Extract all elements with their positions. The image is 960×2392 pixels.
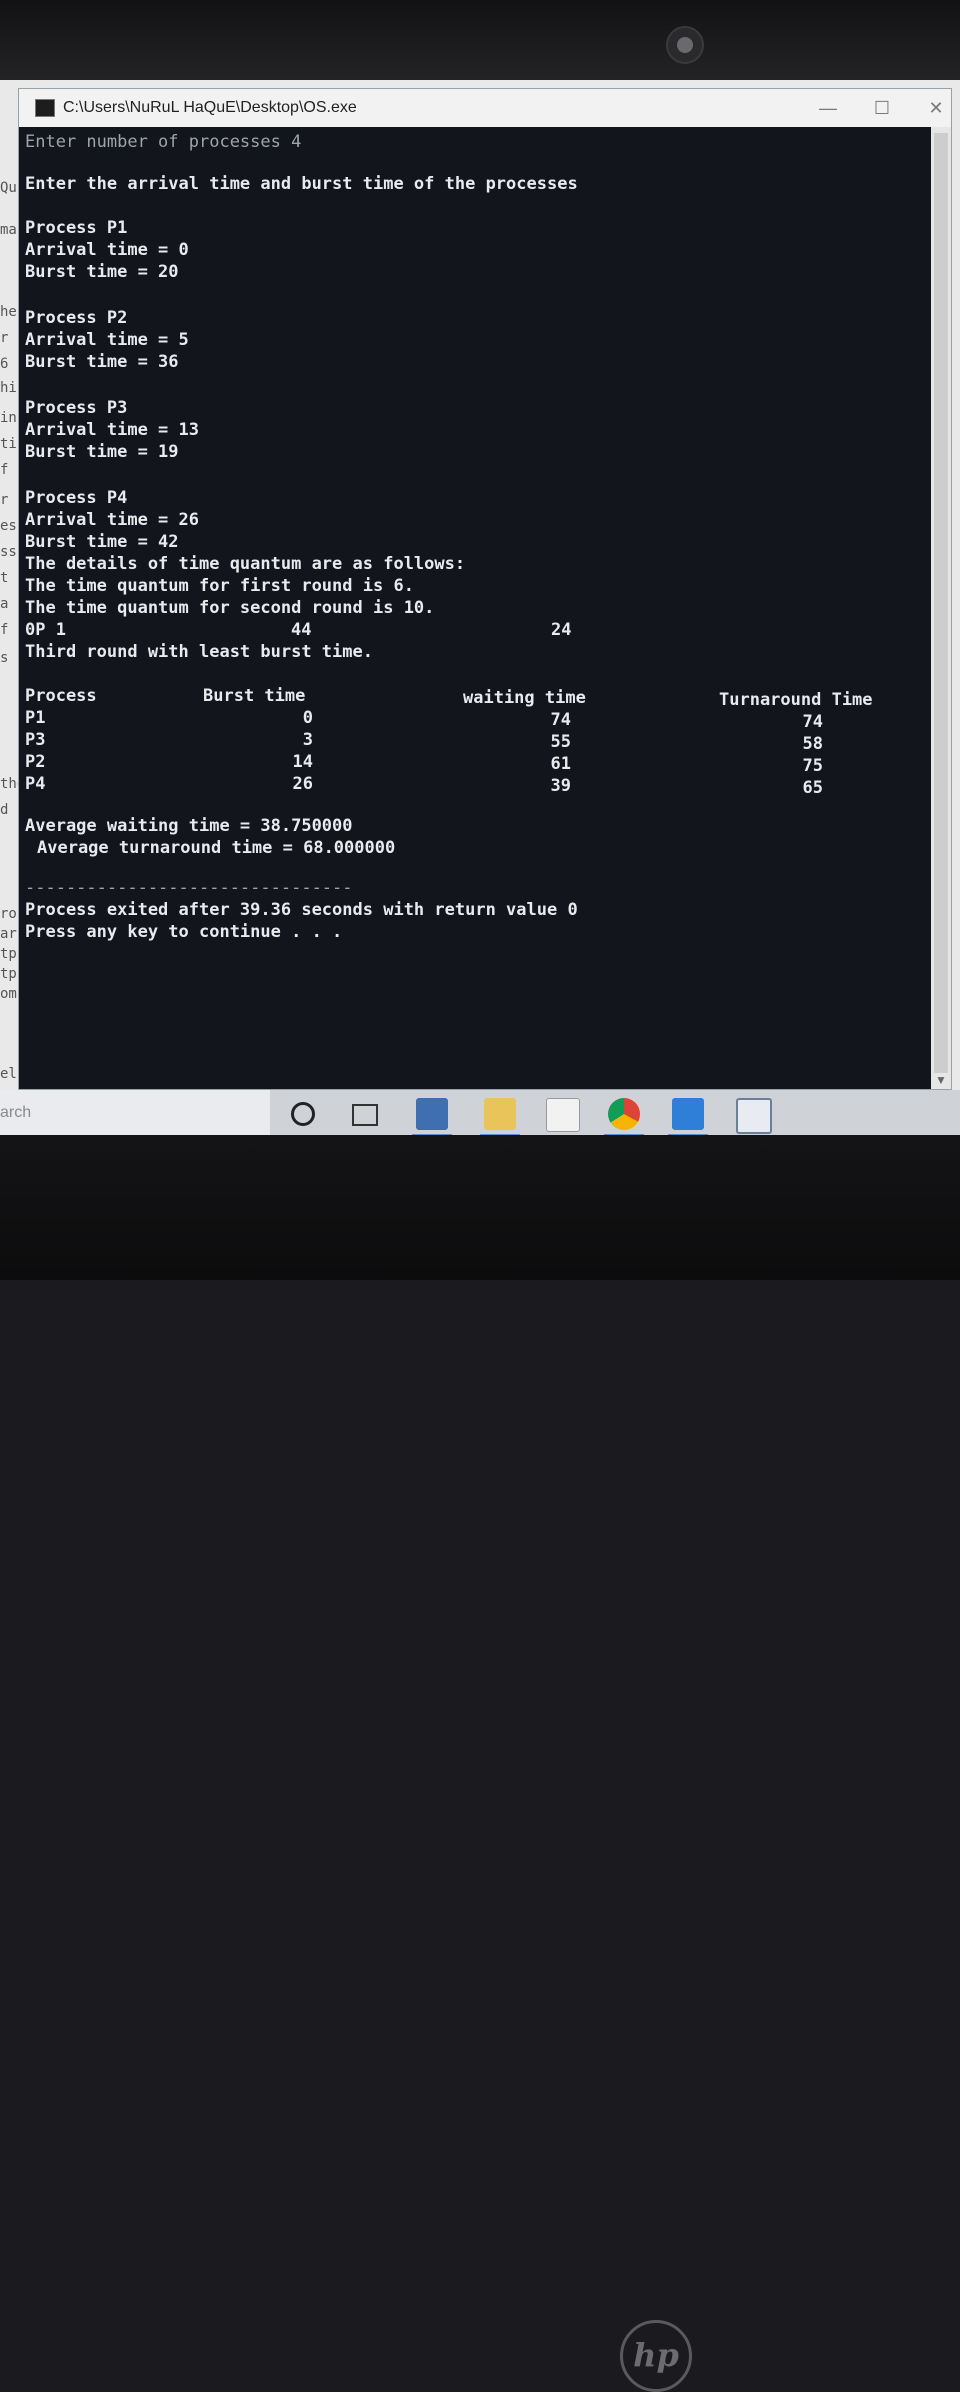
- process-arrival: Arrival time = 26: [25, 510, 199, 530]
- table-cell-burst: 0: [302, 708, 313, 728]
- maximize-button[interactable]: ☐: [859, 89, 905, 127]
- table-cell-process: P1: [25, 708, 46, 728]
- search-placeholder: arch: [0, 1104, 32, 1121]
- bg-fragment: hi: [0, 380, 17, 396]
- bg-fragment: ro: [0, 906, 17, 922]
- laptop-top-bezel: [0, 0, 960, 92]
- table-cell-waiting: 74: [550, 710, 571, 730]
- prompt-process-count: Enter number of processes 4: [25, 132, 302, 152]
- bg-fragment: tp: [0, 946, 17, 962]
- quantum-second-round: The time quantum for second round is 10.: [25, 598, 435, 618]
- process-burst: Burst time = 42: [25, 532, 179, 552]
- bg-fragment: f: [0, 622, 9, 638]
- table-cell-turnaround: 58: [802, 734, 823, 754]
- op-line-value-b: 24: [551, 620, 572, 640]
- table-cell-waiting: 61: [550, 754, 571, 774]
- bg-fragment: in: [0, 410, 17, 426]
- table-cell-turnaround: 65: [802, 778, 823, 798]
- table-cell-process: P2: [25, 752, 46, 772]
- table-cell-turnaround: 75: [802, 756, 823, 776]
- window-app-icon[interactable]: [736, 1098, 772, 1134]
- console-app-icon: [35, 99, 55, 117]
- table-header-waiting: waiting time: [463, 688, 586, 708]
- bg-fragment: t: [0, 570, 9, 586]
- process-header: Process P4: [25, 488, 128, 508]
- bg-fragment: ma: [0, 222, 17, 238]
- scrollbar-thumb[interactable]: [934, 133, 948, 1073]
- bg-fragment: 6: [0, 356, 9, 372]
- taskbar-search-box[interactable]: arch: [0, 1090, 270, 1138]
- bg-fragment: d: [0, 802, 9, 818]
- process-header: Process P2: [25, 308, 128, 328]
- quantum-first-round: The time quantum for first round is 6.: [25, 576, 414, 596]
- close-button[interactable]: ✕: [913, 89, 959, 127]
- process-arrival: Arrival time = 13: [25, 420, 199, 440]
- table-cell-turnaround: 74: [802, 712, 823, 732]
- process-arrival: Arrival time = 5: [25, 330, 189, 350]
- bg-fragment: Qu: [0, 180, 17, 196]
- third-round-line: Third round with least burst time.: [25, 642, 373, 662]
- table-cell-process: P4: [25, 774, 46, 794]
- table-cell-waiting: 55: [550, 732, 571, 752]
- bg-fragment: a: [0, 596, 9, 612]
- table-cell-burst: 3: [302, 730, 313, 750]
- window-title: C:\Users\NuRuL HaQuE\Desktop\OS.exe: [63, 99, 357, 116]
- hp-logo: hp: [620, 2320, 692, 2392]
- app-icon[interactable]: [416, 1098, 448, 1130]
- bg-fragment: es: [0, 518, 17, 534]
- op-line-label: 0P 1: [25, 620, 66, 640]
- scroll-down-arrow-icon[interactable]: ▼: [931, 1071, 951, 1089]
- table-header-burst: Burst time: [203, 686, 306, 706]
- laptop-bottom-bezel: hp: [0, 1135, 960, 2392]
- continue-prompt: Press any key to continue . . .: [25, 922, 343, 942]
- screen: Qu ma he r 6 hi in ti f r es ss t a f s …: [0, 80, 960, 1138]
- separator-line: --------------------------------: [25, 878, 353, 898]
- console-window: C:\Users\NuRuL HaQuE\Desktop\OS.exe — ☐ …: [18, 88, 952, 1090]
- bg-fragment: he: [0, 304, 17, 320]
- table-cell-burst: 14: [292, 752, 313, 772]
- process-burst: Burst time = 36: [25, 352, 179, 372]
- taskbar: arch: [0, 1090, 960, 1138]
- table-header-turnaround: Turnaround Time: [719, 690, 873, 710]
- dev-app-icon[interactable]: [672, 1098, 704, 1130]
- exit-message: Process exited after 39.36 seconds with …: [25, 900, 578, 920]
- process-burst: Burst time = 20: [25, 262, 179, 282]
- cortana-icon[interactable]: [291, 1102, 315, 1126]
- op-line-value-a: 44: [291, 620, 312, 640]
- file-explorer-icon[interactable]: [484, 1098, 516, 1130]
- vertical-scrollbar[interactable]: ▼: [931, 127, 951, 1089]
- chrome-icon[interactable]: [608, 1098, 640, 1130]
- title-bar[interactable]: C:\Users\NuRuL HaQuE\Desktop\OS.exe — ☐ …: [19, 89, 951, 127]
- bg-fragment: ti: [0, 436, 17, 452]
- bg-fragment: r: [0, 492, 9, 508]
- task-view-icon[interactable]: [352, 1104, 378, 1126]
- table-cell-process: P3: [25, 730, 46, 750]
- process-header: Process P3: [25, 398, 128, 418]
- bg-fragment: f: [0, 462, 9, 478]
- store-icon[interactable]: [546, 1098, 580, 1132]
- bg-fragment: r: [0, 330, 9, 346]
- bg-fragment: tp: [0, 966, 17, 982]
- prompt-arrival-burst: Enter the arrival time and burst time of…: [25, 174, 578, 194]
- bg-fragment: s: [0, 650, 9, 666]
- process-burst: Burst time = 19: [25, 442, 179, 462]
- quantum-details: The details of time quantum are as follo…: [25, 554, 466, 574]
- process-header: Process P1: [25, 218, 128, 238]
- table-header-process: Process: [25, 686, 97, 706]
- table-cell-burst: 26: [292, 774, 313, 794]
- webcam: [666, 26, 704, 64]
- table-cell-waiting: 39: [550, 776, 571, 796]
- console-output[interactable]: Enter number of processes 4 Enter the ar…: [19, 127, 931, 1089]
- process-arrival: Arrival time = 0: [25, 240, 189, 260]
- average-turnaround-time: Average turnaround time = 68.000000: [37, 838, 396, 858]
- average-waiting-time: Average waiting time = 38.750000: [25, 816, 353, 836]
- minimize-button[interactable]: —: [805, 89, 851, 127]
- bg-fragment: ss: [0, 544, 17, 560]
